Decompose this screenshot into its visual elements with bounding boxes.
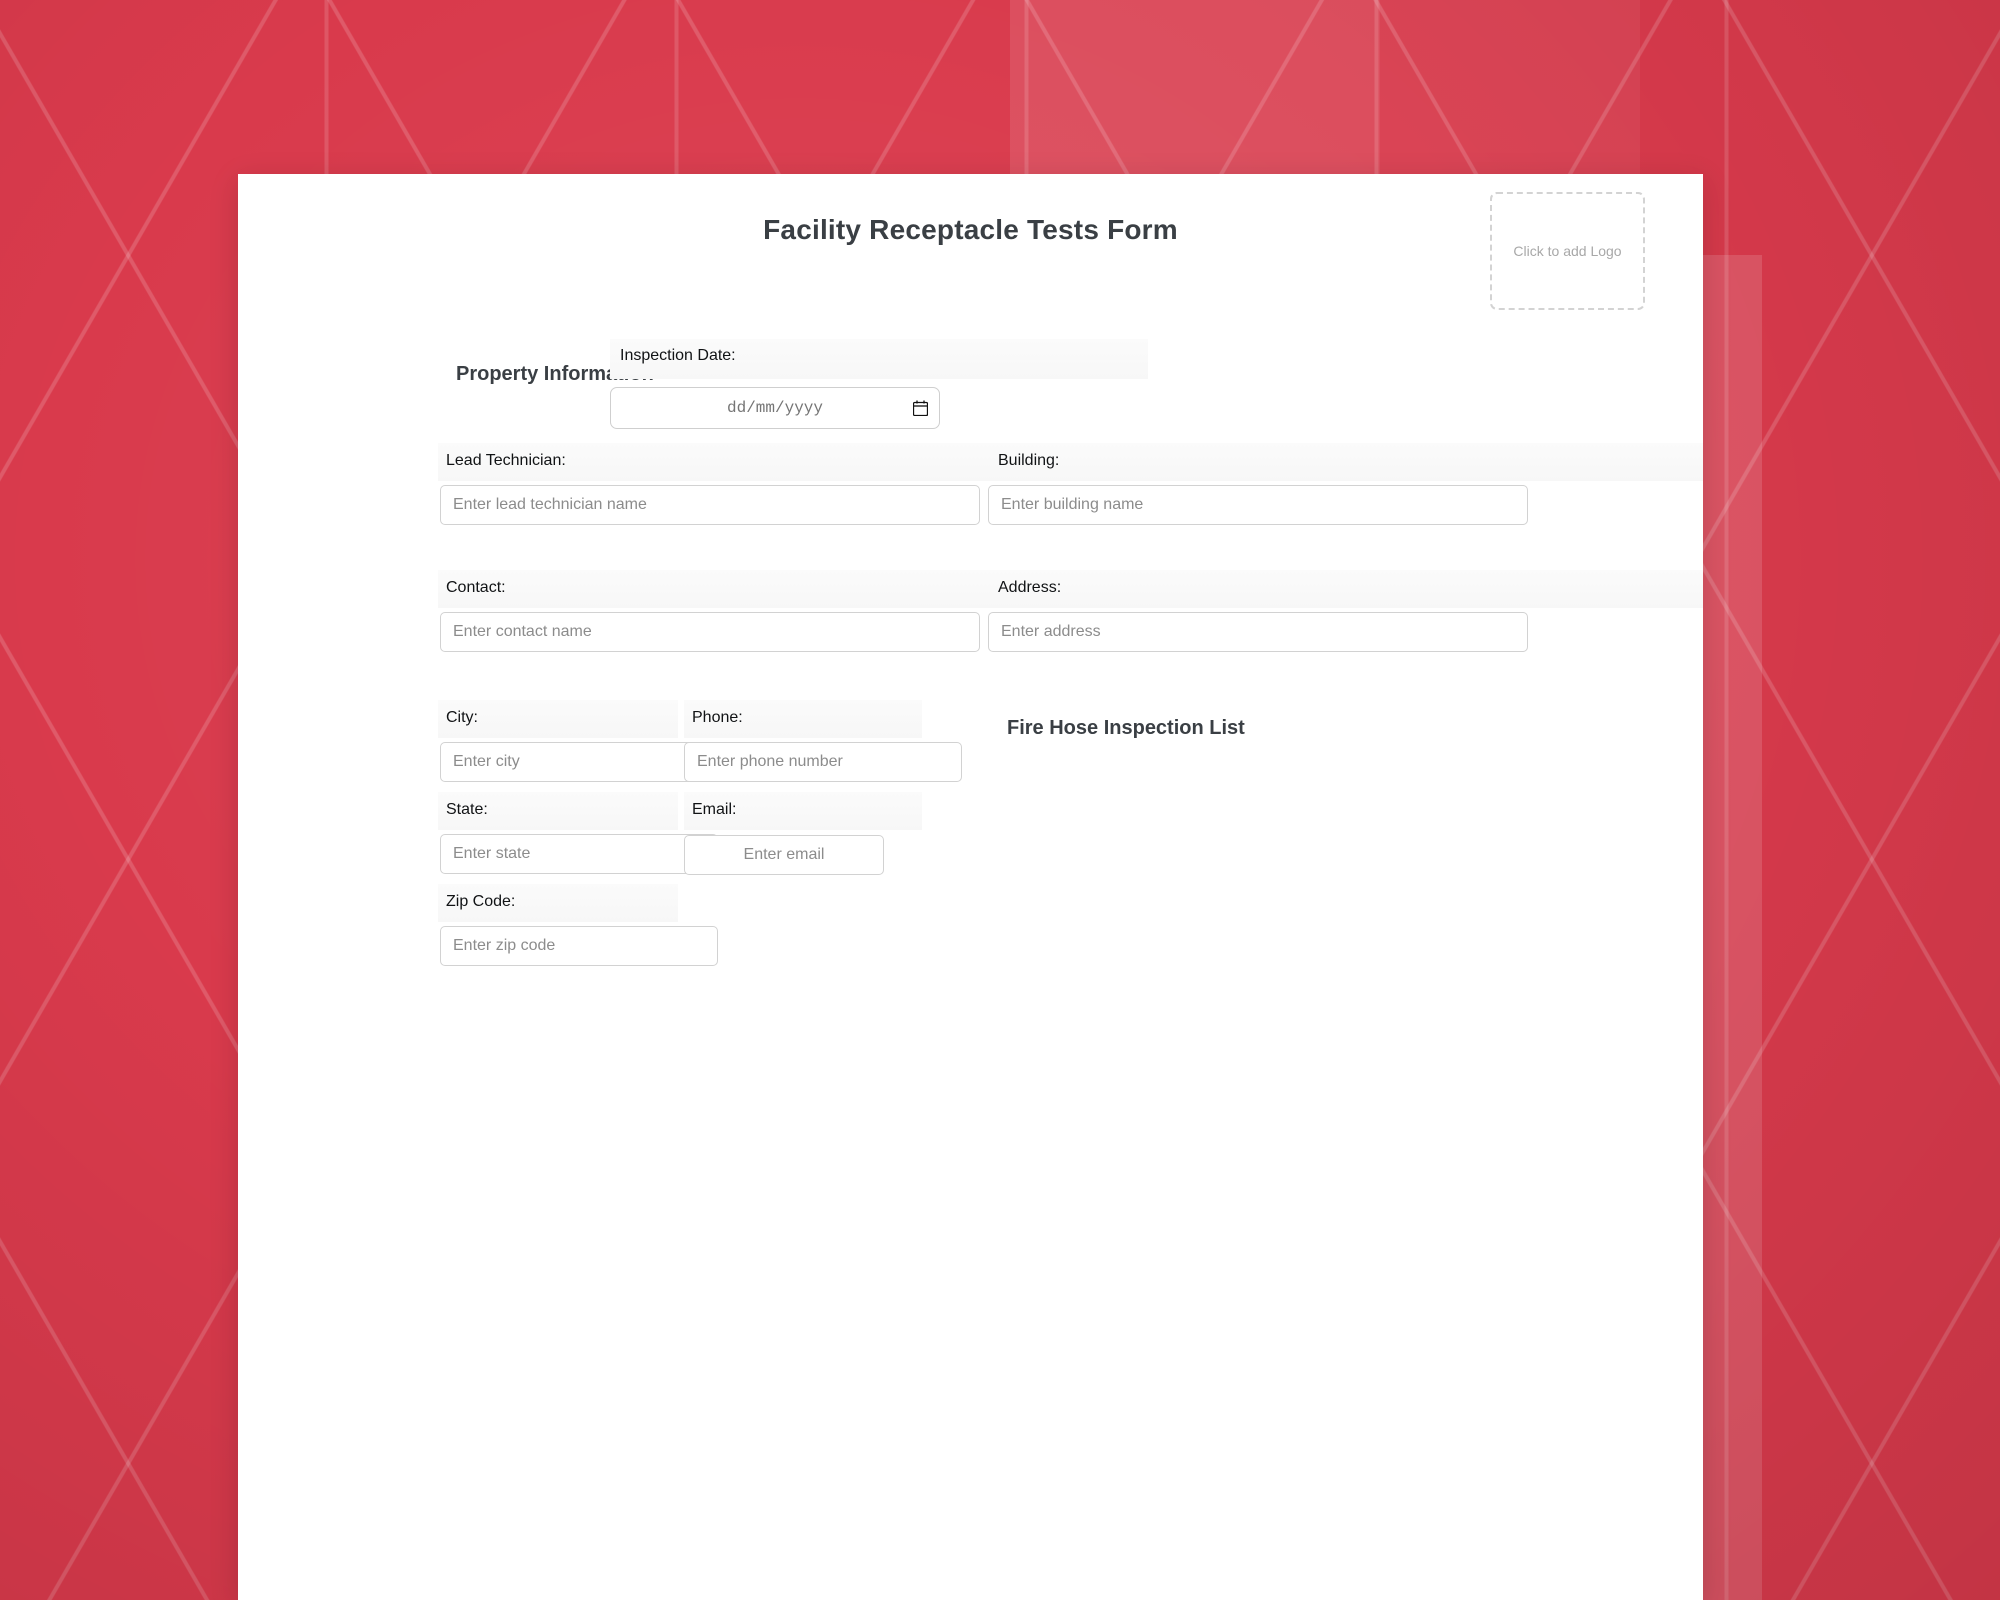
phone-input[interactable] [684, 742, 962, 782]
field-wrapper-city [440, 742, 718, 782]
field-wrapper-zip-code [440, 926, 718, 966]
label-phone: Phone: [692, 709, 743, 726]
field-wrapper-contact [440, 612, 980, 652]
email-input[interactable] [684, 835, 884, 875]
building-input[interactable] [988, 485, 1528, 525]
contact-input[interactable] [440, 612, 980, 652]
field-wrapper-phone [684, 742, 962, 782]
label-email: Email: [692, 801, 737, 818]
field-wrapper-state [440, 834, 718, 874]
label-zip-code: Zip Code: [446, 893, 516, 910]
state-input[interactable] [440, 834, 718, 874]
field-wrapper-building [988, 485, 1528, 525]
field-wrapper-address [988, 612, 1528, 652]
label-strip-lead-technician-building [438, 443, 1703, 481]
zip-code-input[interactable] [440, 926, 718, 966]
field-wrapper-lead-technician [440, 485, 980, 525]
label-state: State: [446, 801, 488, 818]
inspection-date-input[interactable] [610, 387, 940, 429]
field-wrapper-email [684, 835, 884, 875]
label-contact: Contact: [446, 579, 506, 596]
label-building: Building: [998, 452, 1060, 469]
label-inspection-date: Inspection Date: [620, 347, 736, 364]
city-input[interactable] [440, 742, 718, 782]
section-heading-fire-hose-inspection-list: Fire Hose Inspection List [1007, 717, 1245, 739]
form-card: Facility Receptacle Tests Form Click to … [238, 174, 1703, 1600]
label-city: City: [446, 709, 478, 726]
field-wrapper-inspection-date [610, 387, 940, 429]
form-fields-container: Property Information Inspection Date: Le… [438, 174, 1703, 1374]
label-address: Address: [998, 579, 1062, 596]
label-strip-contact-address [438, 570, 1703, 608]
lead-technician-input[interactable] [440, 485, 980, 525]
address-input[interactable] [988, 612, 1528, 652]
label-lead-technician: Lead Technician: [446, 452, 566, 469]
